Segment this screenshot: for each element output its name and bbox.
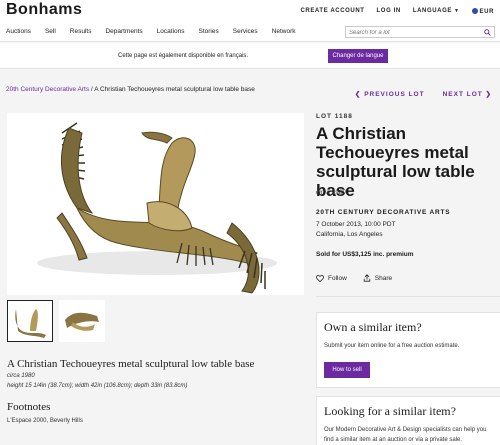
- details-circa: circa 1980: [7, 373, 35, 379]
- sculpture-image: [37, 122, 277, 294]
- footnotes-heading: Footnotes: [7, 401, 51, 413]
- own-similar-card: Own a similar item? Submit your item onl…: [316, 312, 500, 388]
- chevron-left-icon: ❮: [354, 91, 365, 98]
- language-banner-text: Cette page est également disponible en f…: [118, 53, 249, 59]
- image-thumbnails: [7, 300, 105, 342]
- search-box: [345, 26, 495, 38]
- lot-navigation: ❮ PREVIOUS LOT NEXT LOT ❯: [355, 90, 492, 98]
- nav-item-stories[interactable]: Stories: [199, 28, 219, 35]
- how-to-sell-button[interactable]: How to sell: [324, 362, 370, 378]
- details-dimensions: height 15 1/4in (38.7cm); width 42in (10…: [7, 383, 188, 389]
- nav-items: Auctions Sell Results Departments Locati…: [6, 28, 296, 35]
- details-title: A Christian Techoueyres metal sculptural…: [7, 358, 255, 370]
- language-banner: Cette page est également disponible en f…: [0, 43, 500, 69]
- nav-item-auctions[interactable]: Auctions: [6, 28, 31, 35]
- thumbnail-1[interactable]: [7, 300, 53, 342]
- looking-similar-heading: Looking for a similar item?: [324, 404, 456, 418]
- footnote-text: L'Espace 2000, Beverly Hills: [7, 418, 83, 424]
- top-bar: Bonhams CREATE ACCOUNT LOG IN LANGUAGE ▼ …: [0, 0, 500, 22]
- chevron-down-icon: ▼: [453, 8, 460, 14]
- own-similar-text: Submit your item online for a free aucti…: [324, 343, 460, 349]
- previous-lot-link[interactable]: ❮ PREVIOUS LOT: [355, 90, 425, 98]
- search-input[interactable]: [349, 28, 479, 37]
- chevron-right-icon: ❯: [482, 91, 492, 98]
- share-button[interactable]: Share: [363, 274, 392, 282]
- looking-similar-card: Looking for a similar item? Our Modern D…: [316, 396, 500, 445]
- sale-department[interactable]: 20TH CENTURY DECORATIVE ARTS: [316, 209, 450, 216]
- lot-circa: circa 1980: [316, 189, 346, 196]
- login-link[interactable]: LOG IN: [377, 8, 401, 15]
- breadcrumb: 20th Century Decorative Arts / A Christi…: [6, 86, 255, 93]
- language-selector[interactable]: LANGUAGE ▼: [413, 8, 460, 15]
- sale-location: California, Los Angeles: [316, 231, 383, 238]
- thumbnail-2[interactable]: [59, 300, 105, 342]
- change-language-button[interactable]: Changer de langue: [328, 49, 388, 63]
- nav-item-locations[interactable]: Locations: [157, 28, 185, 35]
- breadcrumb-current: A Christian Techoueyres metal sculptural…: [94, 86, 255, 93]
- eu-flag-icon: [471, 8, 478, 14]
- divider: [316, 296, 500, 297]
- nav-item-services[interactable]: Services: [233, 28, 258, 35]
- next-lot-link[interactable]: NEXT LOT ❯: [443, 90, 492, 98]
- follow-button[interactable]: Follow: [316, 274, 347, 282]
- own-similar-heading: Own a similar item?: [324, 320, 422, 334]
- nav-item-sell[interactable]: Sell: [45, 28, 56, 35]
- nav-item-departments[interactable]: Departments: [105, 28, 142, 35]
- follow-label: Follow: [328, 274, 347, 282]
- lot-actions: Follow Share: [316, 274, 392, 282]
- create-account-link[interactable]: CREATE ACCOUNT: [300, 8, 364, 15]
- account-links: CREATE ACCOUNT LOG IN LANGUAGE ▼ EUR: [300, 8, 494, 15]
- previous-lot-label: PREVIOUS LOT: [364, 91, 425, 98]
- search-icon[interactable]: [484, 29, 491, 36]
- breadcrumb-separator: /: [90, 86, 93, 93]
- share-label: Share: [374, 274, 393, 282]
- sold-price: Sold for US$3,125 inc. premium: [316, 251, 414, 258]
- breadcrumb-category[interactable]: 20th Century Decorative Arts: [6, 86, 89, 93]
- nav-item-results[interactable]: Results: [70, 28, 92, 35]
- thumbnail-image: [15, 309, 46, 338]
- sale-date: 7 October 2013, 10:00 PDT: [316, 221, 396, 228]
- share-icon: [363, 274, 370, 282]
- currency-selector[interactable]: EUR: [471, 8, 494, 15]
- nav-item-network[interactable]: Network: [272, 28, 296, 35]
- heart-icon: [316, 274, 324, 282]
- lot-number: LOT 1188: [316, 113, 353, 120]
- looking-similar-text: Our Modern Decorative Art & Design speci…: [324, 427, 487, 443]
- currency-label: EUR: [479, 9, 494, 15]
- bonhams-logo[interactable]: Bonhams: [6, 1, 82, 19]
- language-label: LANGUAGE: [412, 8, 452, 14]
- main-lot-image[interactable]: [7, 113, 304, 295]
- main-nav: Auctions Sell Results Departments Locati…: [0, 22, 500, 42]
- thumbnail-image: [65, 312, 99, 331]
- next-lot-label: NEXT LOT: [442, 91, 483, 98]
